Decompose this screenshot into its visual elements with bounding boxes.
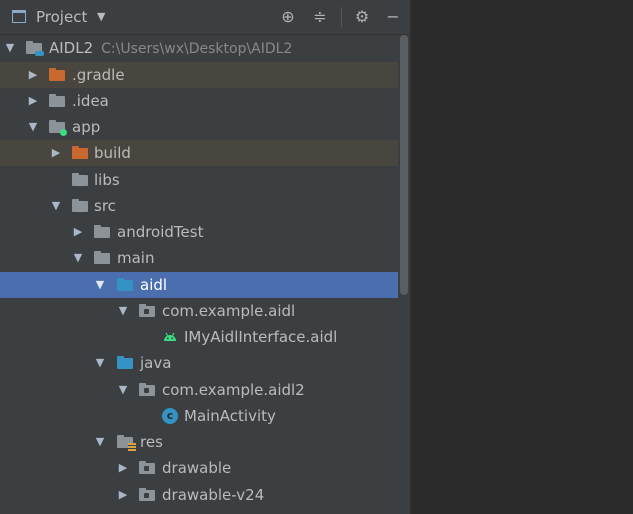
package-icon [139, 383, 155, 396]
folder-icon [72, 173, 88, 186]
tree-item-drawable-v24[interactable]: ▶ drawable-v24 [0, 482, 398, 508]
tree-item-label: res [140, 433, 163, 451]
tree-item-label: src [94, 197, 116, 215]
chevron-down-icon[interactable]: ▼ [50, 200, 62, 212]
scrollbar-thumb[interactable] [400, 35, 408, 295]
chevron-right-icon[interactable]: ▶ [50, 147, 62, 159]
gear-icon[interactable]: ⚙ [352, 7, 372, 27]
tree-item-label: com.example.aidl2 [162, 381, 305, 399]
chevron-down-icon[interactable]: ▼ [27, 121, 39, 133]
chevron-right-icon[interactable]: ▶ [117, 489, 129, 501]
tree-item-label: app [72, 118, 101, 136]
chevron-down-icon[interactable]: ▼ [94, 279, 106, 291]
tree-item-res[interactable]: ▼ res [0, 429, 398, 455]
folder-icon [49, 94, 65, 107]
tree-item-label: main [117, 249, 155, 267]
excluded-folder-icon [49, 68, 65, 81]
tree-item-gradle[interactable]: ▶ .gradle [0, 62, 398, 88]
chevron-down-icon[interactable]: ▼ [94, 357, 106, 369]
tree-item-main[interactable]: ▼ main [0, 245, 398, 271]
project-tool-window: Project ▼ ⊕ ≑ ⚙ − ▼ AIDL2 C:\Users\wx\Des… [0, 0, 410, 514]
project-view-icon [12, 10, 26, 23]
chevron-down-icon[interactable]: ▼ [97, 10, 105, 23]
tree-item-label: MainActivity [184, 407, 276, 425]
chevron-down-icon[interactable]: ▼ [72, 252, 84, 264]
tree-item-androidtest[interactable]: ▶ androidTest [0, 219, 398, 245]
class-icon: c [162, 408, 178, 424]
tree-item-package-aidl2[interactable]: ▼ com.example.aidl2 [0, 377, 398, 403]
tree-item-label: java [140, 354, 172, 372]
folder-icon [94, 251, 110, 264]
folder-icon [94, 225, 110, 238]
chevron-down-icon[interactable]: ▼ [4, 42, 16, 54]
package-icon [139, 304, 155, 317]
tree-item-label: drawable [162, 459, 232, 477]
source-folder-icon [117, 278, 133, 291]
tree-item-label: .gradle [72, 66, 125, 84]
project-toolbar: Project ▼ ⊕ ≑ ⚙ − [0, 0, 410, 35]
hide-icon[interactable]: − [383, 7, 403, 27]
package-icon [139, 461, 155, 474]
chevron-right-icon[interactable]: ▶ [27, 69, 39, 81]
tree-scrollbar[interactable] [398, 35, 410, 514]
project-path: C:\Users\wx\Desktop\AIDL2 [101, 41, 293, 57]
tree-item-label: com.example.aidl [162, 302, 296, 320]
android-module-folder-icon [49, 120, 67, 136]
chevron-right-icon[interactable]: ▶ [117, 462, 129, 474]
tree-item-label: AIDL2 C:\Users\wx\Desktop\AIDL2 [49, 39, 293, 57]
excluded-folder-icon [72, 146, 88, 159]
android-icon [164, 332, 176, 341]
tree-item-label: build [94, 144, 131, 162]
folder-icon [72, 199, 88, 212]
tree-item-mainactivity[interactable]: c MainActivity [0, 403, 398, 429]
chevron-right-icon[interactable]: ▶ [27, 95, 39, 107]
resource-folder-icon [117, 435, 136, 451]
tree-item-package-aidl[interactable]: ▼ com.example.aidl [0, 298, 398, 324]
locate-file-icon[interactable]: ⊕ [278, 7, 298, 27]
chevron-down-icon[interactable]: ▼ [117, 384, 129, 396]
source-folder-icon [117, 356, 133, 369]
view-selector-label[interactable]: Project [36, 8, 87, 26]
tree-item-label: aidl [140, 276, 168, 294]
tree-item-idea[interactable]: ▶ .idea [0, 88, 398, 114]
package-icon [139, 488, 155, 501]
tree-item-java[interactable]: ▼ java [0, 350, 398, 376]
tree-item-label: drawable-v24 [162, 486, 265, 504]
tree-item-aidl2[interactable]: ▼ AIDL2 C:\Users\wx\Desktop\AIDL2 [0, 35, 398, 61]
tree-item-libs[interactable]: libs [0, 167, 398, 193]
collapse-all-icon[interactable]: ≑ [310, 7, 330, 27]
tree-item-label: .idea [72, 92, 109, 110]
chevron-down-icon[interactable]: ▼ [117, 305, 129, 317]
tree-item-src[interactable]: ▼ src [0, 193, 398, 219]
module-folder-icon [26, 41, 44, 56]
toolbar-separator [341, 7, 342, 27]
tree-item-label: IMyAidlInterface.aidl [184, 328, 338, 346]
tree-item-imyaidlinterface[interactable]: IMyAidlInterface.aidl [0, 324, 398, 350]
tree-item-build[interactable]: ▶ build [0, 140, 398, 166]
tree-item-drawable[interactable]: ▶ drawable [0, 455, 398, 481]
tree-item-label: libs [94, 171, 120, 189]
tree-item-app[interactable]: ▼ app [0, 114, 398, 140]
chevron-right-icon[interactable]: ▶ [72, 226, 84, 238]
tree-item-aidl[interactable]: ▼ aidl [0, 272, 410, 298]
tree-item-label: androidTest [117, 223, 204, 241]
chevron-down-icon[interactable]: ▼ [94, 436, 106, 448]
project-tree: ▼ AIDL2 C:\Users\wx\Desktop\AIDL2 ▶ .grad… [0, 35, 410, 514]
editor-area [410, 0, 633, 514]
